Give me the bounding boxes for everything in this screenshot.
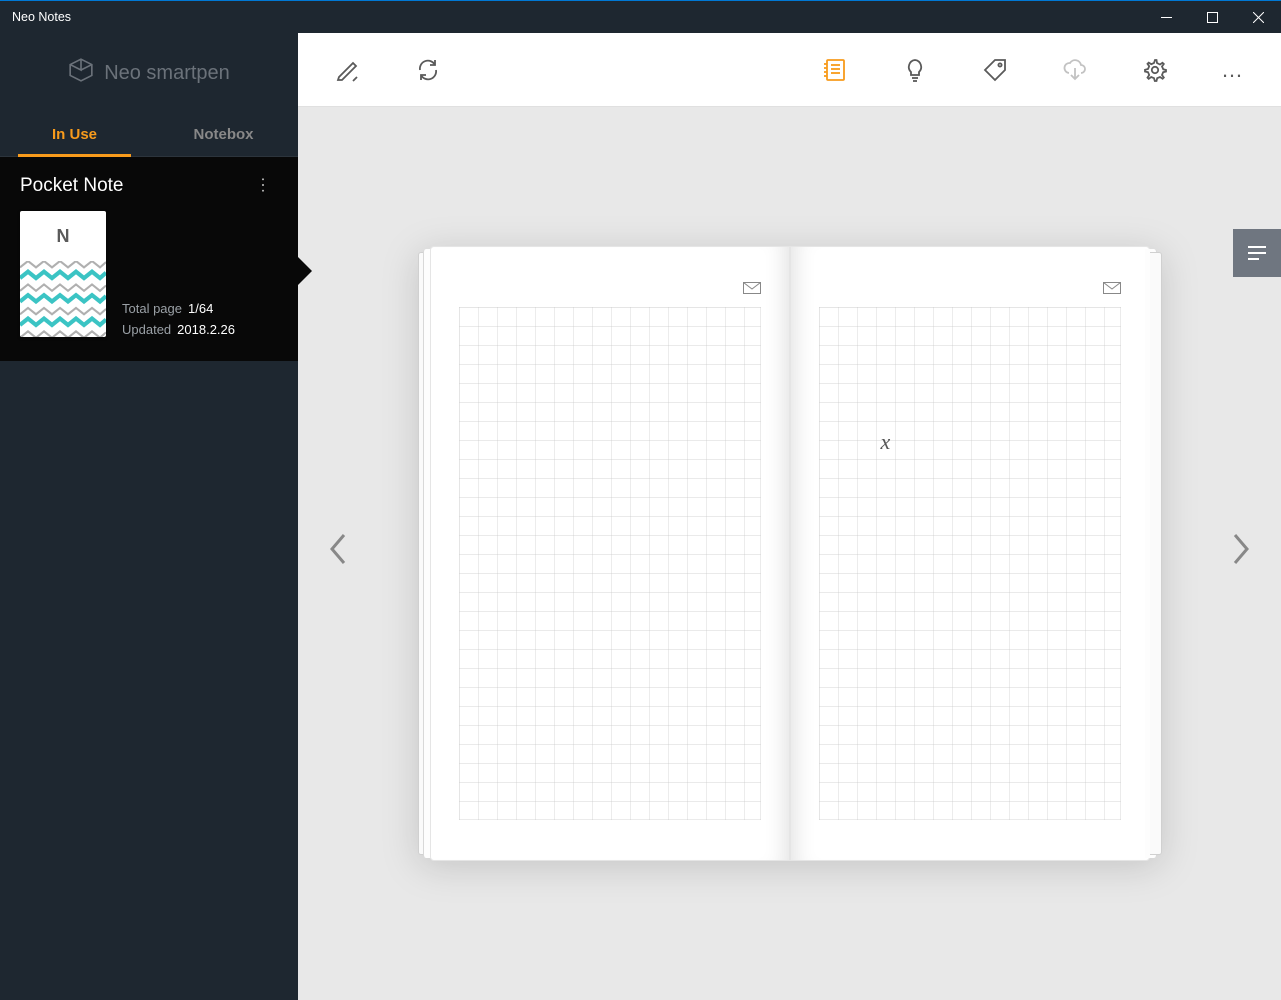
tab-in-use[interactable]: In Use [0, 113, 149, 156]
meta-row-updated: Updated 2018.2.26 [122, 322, 235, 337]
notebook-card[interactable]: Pocket Note … N [0, 157, 298, 361]
notebook-icon[interactable] [821, 56, 849, 84]
meta-value: 1/64 [188, 301, 213, 316]
grid-area [459, 307, 761, 820]
toolbar: … [298, 33, 1281, 107]
page-right[interactable]: x [790, 246, 1150, 861]
cover-letter: N [20, 211, 106, 261]
settings-icon[interactable] [1141, 56, 1169, 84]
brand-logo-icon [68, 57, 94, 89]
minimize-button[interactable] [1143, 1, 1189, 33]
notebook-title: Pocket Note [20, 175, 124, 197]
side-panel-toggle[interactable] [1233, 229, 1281, 277]
brand: Neo smartpen [0, 33, 298, 113]
tab-label: Notebox [194, 126, 254, 143]
mail-icon [743, 281, 761, 293]
tab-notebox[interactable]: Notebox [149, 113, 298, 156]
notebook-spread: x [430, 246, 1150, 861]
pen-icon[interactable] [334, 56, 362, 84]
handwriting-mark: x [881, 429, 891, 455]
page-stack-right-icon [1150, 252, 1162, 855]
sidebar: Neo smartpen In Use Notebox Pocket Note … [0, 33, 298, 1000]
sidebar-tabs: In Use Notebox [0, 113, 298, 157]
grid-pattern-icon [459, 307, 761, 820]
cloud-download-icon[interactable] [1061, 56, 1089, 84]
window-controls [1143, 1, 1281, 33]
zigzag-pattern-icon [20, 261, 106, 337]
title-bar: Neo Notes [0, 1, 1281, 33]
mail-icon [1103, 281, 1121, 293]
tab-label: In Use [52, 126, 97, 143]
tag-icon[interactable] [981, 56, 1009, 84]
page-left[interactable] [430, 246, 790, 861]
grid-area: x [819, 307, 1121, 820]
maximize-button[interactable] [1189, 1, 1235, 33]
meta-label: Total page [122, 301, 182, 316]
window-title: Neo Notes [0, 10, 71, 24]
prev-page-button[interactable] [326, 531, 348, 577]
grid-pattern-icon [819, 307, 1121, 820]
meta-value: 2018.2.26 [177, 322, 235, 337]
sync-icon[interactable] [414, 56, 442, 84]
content-area: … [298, 33, 1281, 1000]
idea-icon[interactable] [901, 56, 929, 84]
next-page-button[interactable] [1231, 531, 1253, 577]
close-button[interactable] [1235, 1, 1281, 33]
page-viewer: x [298, 107, 1281, 1000]
meta-row-total-page: Total page 1/64 [122, 301, 235, 316]
notebook-cover: N [20, 211, 106, 337]
meta-label: Updated [122, 322, 171, 337]
brand-text: Neo smartpen [104, 62, 230, 85]
notebook-meta: Total page 1/64 Updated 2018.2.26 [122, 211, 235, 337]
